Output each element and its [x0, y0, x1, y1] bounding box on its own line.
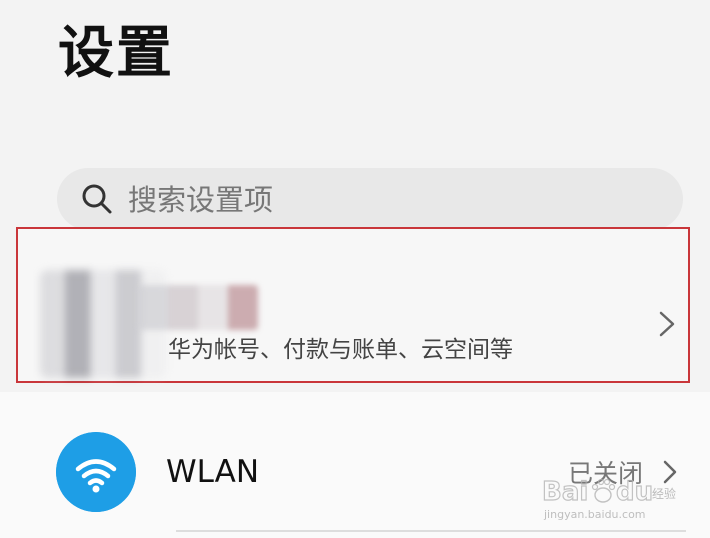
- wlan-status: 已关闭: [568, 459, 644, 488]
- chevron-right-icon: [659, 311, 675, 337]
- page-title: 设置: [58, 21, 174, 86]
- account-subtitle: 华为帐号、付款与账单、云空间等: [168, 337, 513, 363]
- chevron-right-icon: [663, 460, 677, 484]
- search-icon: [82, 184, 112, 214]
- account-name-blurred: [138, 285, 258, 330]
- wifi-icon: [56, 432, 136, 512]
- wlan-label: WLAN: [166, 454, 260, 490]
- row-divider: [176, 530, 686, 532]
- search-placeholder[interactable]: 搜索设置项: [128, 180, 273, 220]
